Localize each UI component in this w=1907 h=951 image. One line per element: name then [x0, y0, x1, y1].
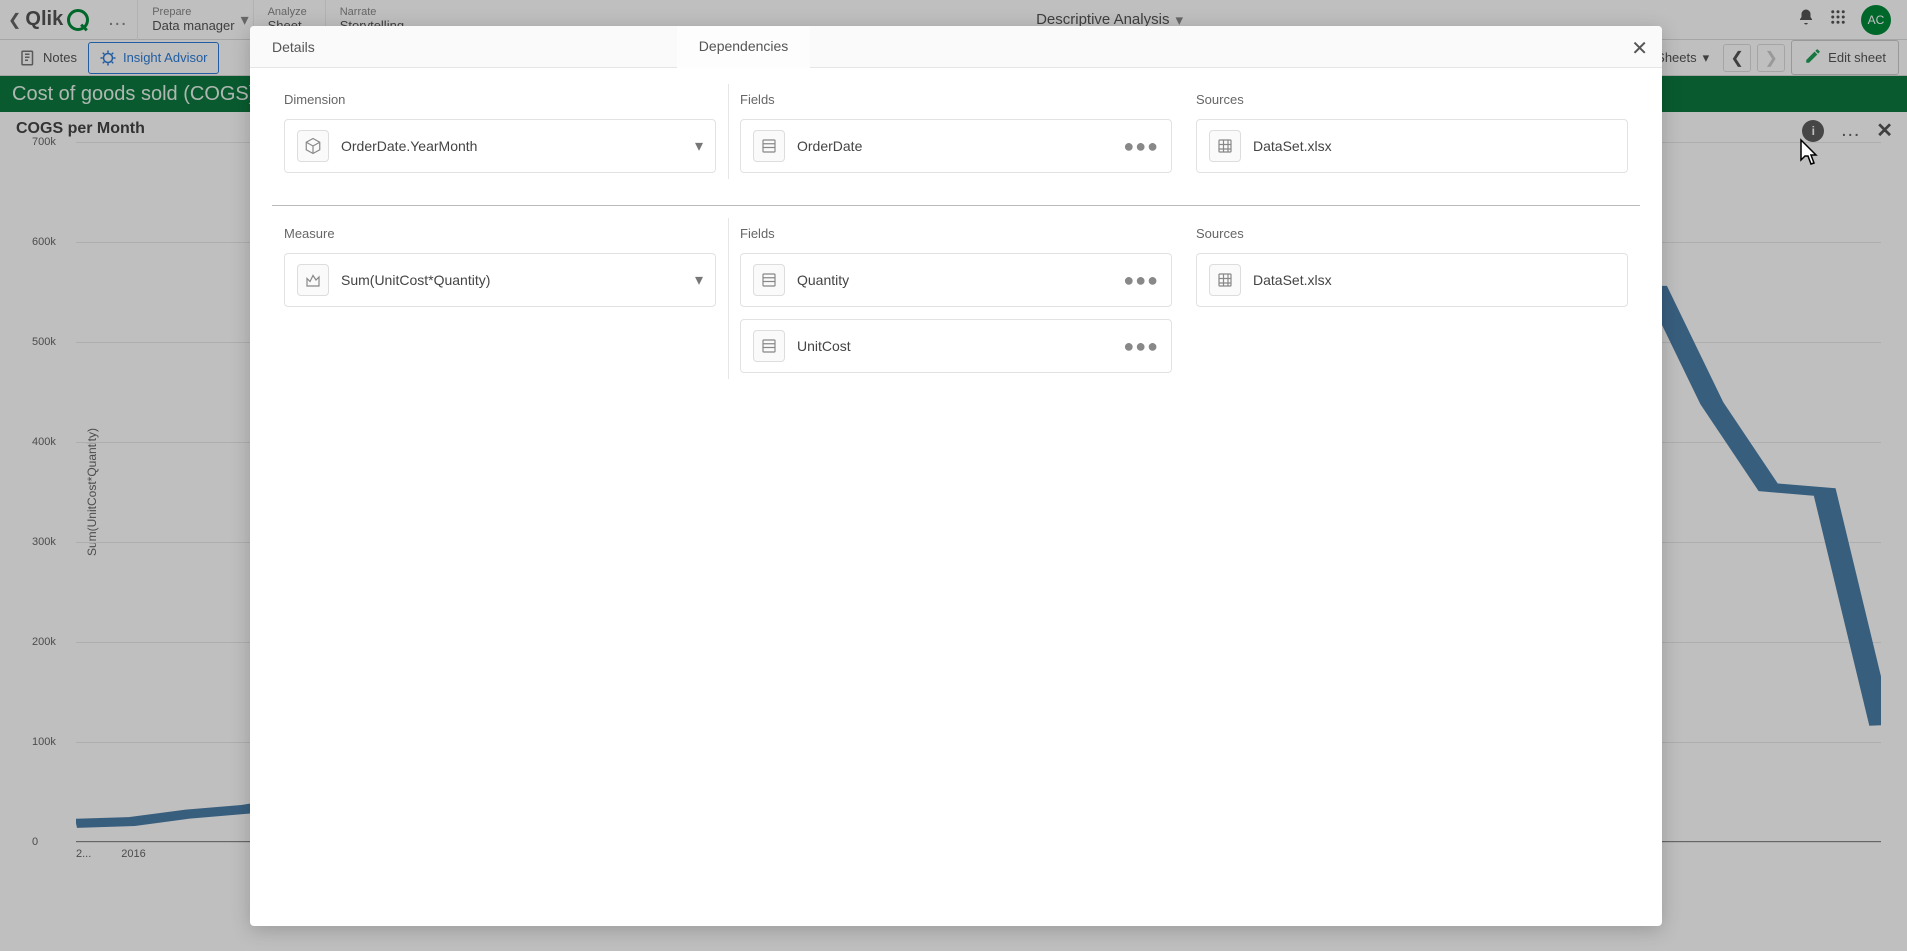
more-menu-icon[interactable]: ●●●: [1123, 136, 1159, 157]
spreadsheet-icon: [1209, 130, 1241, 162]
field-item[interactable]: OrderDate ●●●: [740, 119, 1172, 173]
source-item[interactable]: DataSet.xlsx: [1196, 119, 1628, 173]
dimension-item[interactable]: OrderDate.YearMonth ▾: [284, 119, 716, 173]
dependencies-modal: Details Dependencies ✕ Dimension OrderDa…: [250, 26, 1662, 926]
source-item[interactable]: DataSet.xlsx: [1196, 253, 1628, 307]
sources-section-label: Sources: [1196, 92, 1628, 107]
field-name: Quantity: [797, 272, 1111, 288]
field-item[interactable]: Quantity ●●●: [740, 253, 1172, 307]
fields-section-label: Fields: [740, 92, 1172, 107]
table-icon: [753, 130, 785, 162]
more-menu-icon[interactable]: ●●●: [1123, 336, 1159, 357]
source-name: DataSet.xlsx: [1253, 272, 1615, 288]
cube-icon: [297, 130, 329, 162]
dimension-name: OrderDate.YearMonth: [341, 138, 683, 154]
field-name: UnitCost: [797, 338, 1111, 354]
tab-dependencies[interactable]: Dependencies: [677, 26, 811, 68]
source-name: DataSet.xlsx: [1253, 138, 1615, 154]
tab-details[interactable]: Details: [250, 27, 337, 67]
fields-section-label: Fields: [740, 226, 1172, 241]
spreadsheet-icon: [1209, 264, 1241, 296]
measure-name: Sum(UnitCost*Quantity): [341, 272, 683, 288]
table-icon: [753, 264, 785, 296]
dimension-section-label: Dimension: [284, 92, 716, 107]
field-item[interactable]: UnitCost ●●●: [740, 319, 1172, 373]
chevron-down-icon: ▾: [695, 136, 703, 156]
chevron-down-icon: ▾: [695, 270, 703, 290]
table-icon: [753, 330, 785, 362]
measure-icon: [297, 264, 329, 296]
more-menu-icon[interactable]: ●●●: [1123, 270, 1159, 291]
sources-section-label: Sources: [1196, 226, 1628, 241]
modal-tabs: Details Dependencies ✕: [250, 26, 1662, 68]
measure-section-label: Measure: [284, 226, 716, 241]
modal-close-icon[interactable]: ✕: [1631, 36, 1648, 61]
field-name: OrderDate: [797, 138, 1111, 154]
measure-item[interactable]: Sum(UnitCost*Quantity) ▾: [284, 253, 716, 307]
